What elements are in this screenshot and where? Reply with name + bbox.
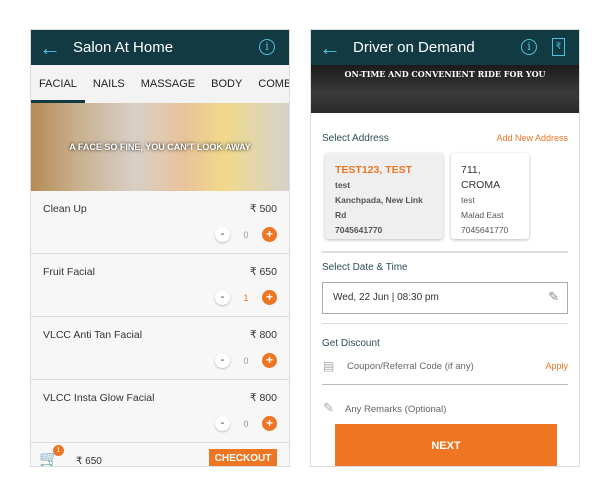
service-item: Clean Up ₹ 500 - 0 + bbox=[31, 191, 289, 254]
increment-button[interactable]: + bbox=[262, 416, 277, 431]
info-icon[interactable]: i bbox=[521, 39, 537, 55]
service-item: VLCC Anti Tan Facial ₹ 800 - 0 + bbox=[31, 317, 289, 380]
app-header: ← Salon At Home i bbox=[31, 30, 289, 65]
decrement-button[interactable]: - bbox=[215, 353, 230, 368]
add-new-address-link[interactable]: Add New Address bbox=[496, 133, 568, 143]
banner-text: A FACE SO FINE, YOU CAN'T LOOK AWAY bbox=[69, 142, 251, 152]
service-name: Clean Up bbox=[43, 203, 87, 215]
service-name: VLCC Insta Glow Facial bbox=[43, 392, 155, 404]
discount-label: Get Discount bbox=[322, 338, 380, 349]
tab-combo[interactable]: COMBO bbox=[250, 65, 289, 103]
page-title: Salon At Home bbox=[73, 39, 174, 56]
service-name: VLCC Anti Tan Facial bbox=[43, 329, 143, 341]
address-card[interactable]: 711, CROMA test Malad East 7045641770 bbox=[451, 153, 529, 239]
divider bbox=[322, 251, 568, 253]
quantity-value: 0 bbox=[243, 418, 249, 429]
address-name: 711, CROMA bbox=[461, 164, 501, 191]
checkout-button[interactable]: CHECKOUT bbox=[209, 449, 277, 466]
increment-button[interactable]: + bbox=[262, 290, 277, 305]
coupon-input[interactable]: Coupon/Referral Code (if any) bbox=[347, 361, 474, 372]
address-phone: 7045641770 bbox=[461, 225, 509, 235]
back-arrow-icon[interactable]: ← bbox=[39, 35, 67, 61]
service-price: ₹ 800 bbox=[249, 329, 277, 341]
page-title: Driver on Demand bbox=[353, 39, 475, 56]
back-arrow-icon[interactable]: ← bbox=[319, 35, 347, 61]
service-price: ₹ 650 bbox=[249, 266, 277, 278]
quantity-value: 1 bbox=[243, 292, 249, 303]
tab-nails[interactable]: NAILS bbox=[85, 65, 133, 103]
date-time-value: Wed, 22 Jun | 08:30 pm bbox=[333, 292, 439, 303]
tab-body[interactable]: BODY bbox=[203, 65, 250, 103]
address-line: test bbox=[335, 180, 351, 190]
date-time-label: Select Date & Time bbox=[322, 262, 408, 273]
service-price: ₹ 800 bbox=[249, 392, 277, 404]
decrement-button[interactable]: - bbox=[215, 416, 230, 431]
quantity-value: 0 bbox=[243, 229, 249, 240]
cart-total: ₹ 650 bbox=[76, 456, 102, 467]
address-line: Kanchpada, New Link Rd bbox=[335, 195, 423, 220]
address-line: Malad East bbox=[461, 210, 504, 220]
info-icon[interactable]: i bbox=[259, 39, 275, 55]
decrement-button[interactable]: - bbox=[215, 227, 230, 242]
remarks-pencil-icon: ✎ bbox=[323, 400, 334, 415]
next-button[interactable]: NEXT bbox=[335, 424, 557, 466]
decrement-button[interactable]: - bbox=[215, 290, 230, 305]
remarks-input[interactable]: Any Remarks (Optional) bbox=[345, 404, 446, 415]
coupon-icon: ▤ bbox=[323, 359, 335, 373]
service-item: Fruit Facial ₹ 650 - 1 + bbox=[31, 254, 289, 317]
service-item: VLCC Insta Glow Facial ₹ 800 - 0 + bbox=[31, 380, 289, 443]
tab-massage[interactable]: MASSAGE bbox=[133, 65, 203, 103]
quantity-stepper: - 0 + bbox=[215, 416, 277, 431]
cart-count-badge: 1 bbox=[53, 445, 64, 456]
increment-button[interactable]: + bbox=[262, 353, 277, 368]
tab-facial[interactable]: FACIAL bbox=[31, 65, 85, 103]
edit-pencil-icon[interactable]: ✎ bbox=[548, 289, 559, 305]
banner-text: ON-TIME AND CONVENIENT RIDE FOR YOU bbox=[344, 69, 546, 79]
app-header: ← Driver on Demand i ₹ bbox=[311, 30, 579, 65]
salon-screen: ← Salon At Home i FACIAL NAILS MASSAGE B… bbox=[30, 29, 290, 467]
address-line: test bbox=[461, 195, 475, 205]
driver-screen: ← Driver on Demand i ₹ ON-TIME AND CONVE… bbox=[310, 29, 580, 467]
promo-banner: A FACE SO FINE, YOU CAN'T LOOK AWAY bbox=[31, 103, 289, 191]
quantity-stepper: - 1 + bbox=[215, 290, 277, 305]
address-name: TEST123, TEST bbox=[335, 164, 413, 176]
select-address-label: Select Address bbox=[322, 133, 389, 144]
apply-button[interactable]: Apply bbox=[545, 361, 568, 371]
category-tabs: FACIAL NAILS MASSAGE BODY COMBO bbox=[31, 65, 289, 103]
service-name: Fruit Facial bbox=[43, 266, 95, 278]
quantity-stepper: - 0 + bbox=[215, 227, 277, 242]
divider bbox=[322, 323, 568, 324]
promo-banner: ON-TIME AND CONVENIENT RIDE FOR YOU bbox=[311, 65, 579, 113]
address-phone: 7045641770 bbox=[335, 225, 383, 235]
quantity-value: 0 bbox=[243, 355, 249, 366]
address-card-selected[interactable]: TEST123, TEST test Kanchpada, New Link R… bbox=[325, 153, 443, 239]
service-price: ₹ 500 bbox=[249, 203, 277, 215]
date-time-field[interactable]: Wed, 22 Jun | 08:30 pm ✎ bbox=[322, 282, 568, 314]
quantity-stepper: - 0 + bbox=[215, 353, 277, 368]
wallet-rupee-icon[interactable]: ₹ bbox=[552, 38, 565, 56]
increment-button[interactable]: + bbox=[262, 227, 277, 242]
cart-footer: 🛒 1 ₹ 650 CHECKOUT bbox=[31, 443, 289, 467]
divider bbox=[322, 384, 568, 385]
